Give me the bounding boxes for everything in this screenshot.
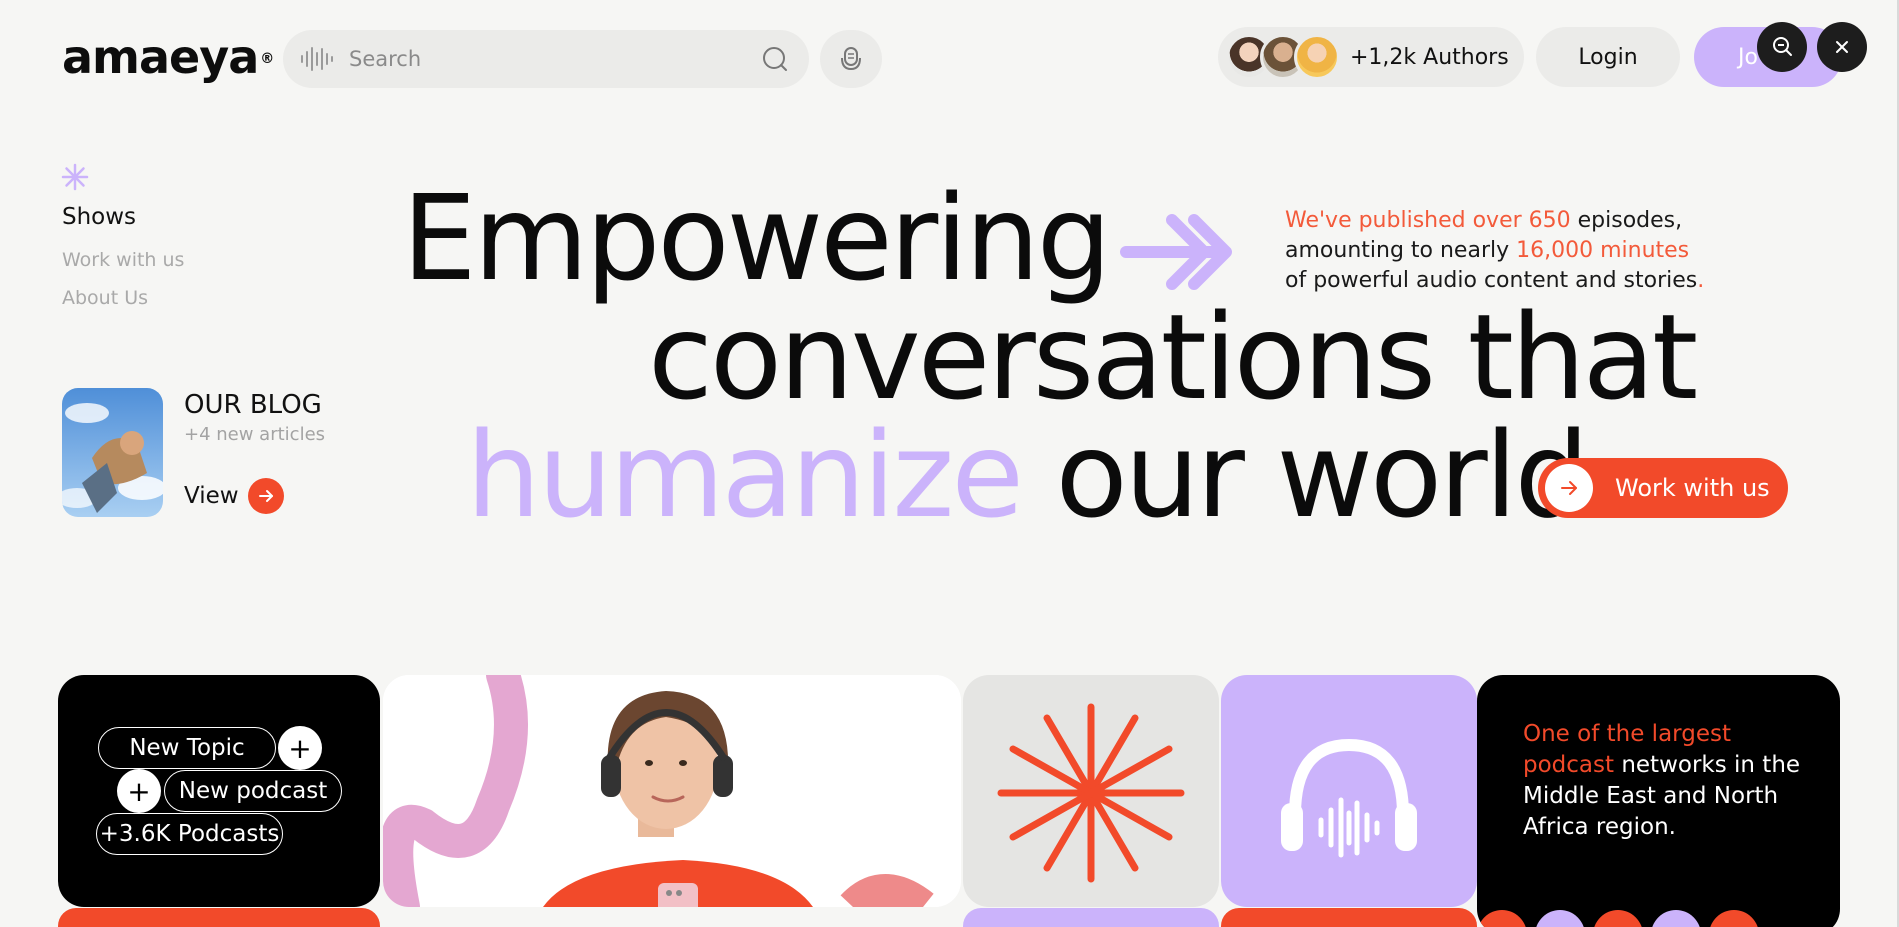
headphones-icon xyxy=(1281,738,1417,858)
logo-registered-mark: ® xyxy=(260,51,274,67)
close-button[interactable] xyxy=(1817,22,1867,72)
double-chevron-icon xyxy=(1120,214,1232,290)
arrow-right-icon xyxy=(1545,464,1593,512)
blog-view-button[interactable] xyxy=(248,478,284,514)
search-input[interactable] xyxy=(349,47,761,71)
login-button[interactable]: Login xyxy=(1536,27,1680,87)
blog-title: OUR BLOG xyxy=(184,390,322,420)
network-description: One of the largest podcast networks in t… xyxy=(1523,719,1813,843)
zoom-out-button[interactable] xyxy=(1757,22,1807,72)
authors-count: +1,2k Authors xyxy=(1350,44,1509,70)
add-podcast-button[interactable]: + xyxy=(117,769,161,813)
podcast-photo-card[interactable] xyxy=(383,675,961,907)
microphone-icon xyxy=(841,47,861,71)
nav-item-work-with-us[interactable]: Work with us xyxy=(62,249,184,271)
hero-heading-line-2: conversations that xyxy=(648,288,1698,426)
decor-dot xyxy=(1709,910,1759,927)
microphone-button[interactable] xyxy=(820,30,882,88)
arrow-right-icon xyxy=(259,490,273,502)
work-with-us-label: Work with us xyxy=(1615,474,1770,502)
stats-text: We've published over 650 episodes, amoun… xyxy=(1285,206,1715,296)
logo-text: amaeya xyxy=(62,30,259,84)
decor-dot xyxy=(1651,910,1701,927)
next-card-peek xyxy=(963,908,1219,927)
decor-dot xyxy=(1477,910,1527,927)
next-card-peek xyxy=(1221,908,1477,927)
blog-subtitle: +4 new articles xyxy=(184,424,326,445)
blog-view-link[interactable]: View xyxy=(184,483,239,509)
nav-item-about-us[interactable]: About Us xyxy=(62,287,148,309)
hero-highlight-word: humanize xyxy=(466,406,1024,544)
tag-new-topic[interactable]: New Topic xyxy=(98,727,276,769)
sound-wave-icon xyxy=(301,47,333,71)
hero-heading-line-3: humanize our world xyxy=(466,415,1589,535)
stat-period: . xyxy=(1697,268,1705,293)
asterisk-icon xyxy=(61,163,89,191)
stat-text: amounting to nearly xyxy=(1285,238,1517,263)
tag-new-podcast[interactable]: New podcast xyxy=(164,770,342,812)
hero-heading-line-1: Empowering xyxy=(402,169,1112,307)
decor-dot xyxy=(1593,910,1643,927)
search-bar[interactable] xyxy=(283,30,809,88)
close-icon xyxy=(1836,41,1848,53)
next-card-peek xyxy=(58,908,380,927)
decor-dot xyxy=(1535,910,1585,927)
starburst-icon xyxy=(997,703,1185,883)
topics-card: New Topic + + New podcast +3.6K Podcasts xyxy=(58,675,380,907)
add-topic-button[interactable]: + xyxy=(278,726,322,770)
network-info-card: One of the largest podcast networks in t… xyxy=(1477,675,1840,927)
search-icon[interactable] xyxy=(761,45,789,73)
nav-item-shows[interactable]: Shows xyxy=(62,204,136,230)
stat-text: episodes, xyxy=(1570,208,1683,233)
stat-minutes: 16,000 minutes xyxy=(1516,238,1690,263)
stat-episodes: We've published over 650 xyxy=(1285,208,1571,233)
blog-thumbnail[interactable] xyxy=(62,388,163,517)
headphones-card xyxy=(1221,675,1477,907)
logo[interactable]: amaeya ® xyxy=(62,30,274,84)
starburst-card xyxy=(963,675,1219,907)
author-avatar xyxy=(1294,34,1340,80)
authors-badge[interactable]: +1,2k Authors xyxy=(1218,27,1524,87)
woman-with-headphones-image xyxy=(383,675,961,907)
work-with-us-button[interactable]: Work with us xyxy=(1538,458,1788,518)
hero-heading-rest: our world xyxy=(1055,406,1589,544)
tag-podcasts-count[interactable]: +3.6K Podcasts xyxy=(96,813,283,855)
zoom-out-icon xyxy=(1773,37,1792,56)
